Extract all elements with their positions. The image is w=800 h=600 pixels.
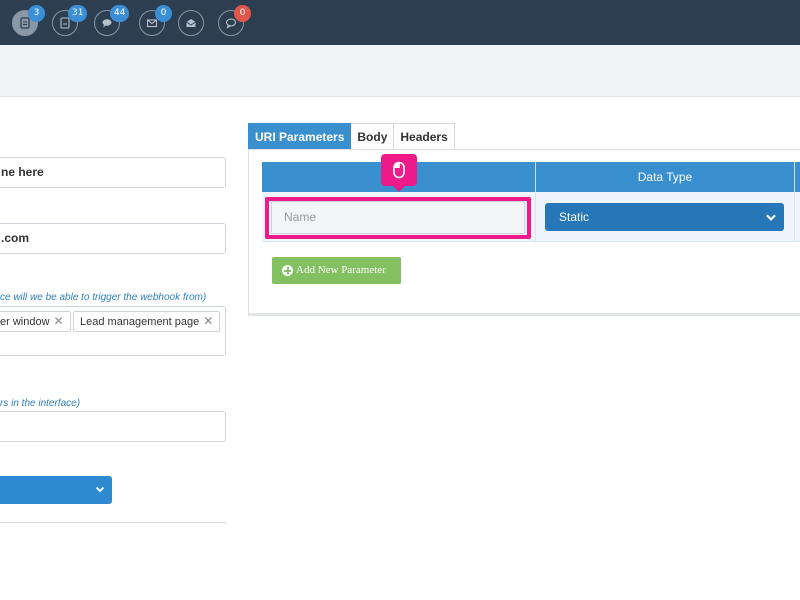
tag-chip: er window ✕ xyxy=(0,311,71,332)
chat-icon[interactable]: 44 xyxy=(94,5,130,36)
tag-label: er window xyxy=(0,316,50,328)
method-select[interactable] xyxy=(0,476,112,504)
top-navigation-bar: 3 31 44 0 0 xyxy=(0,0,800,45)
column-separator xyxy=(794,192,795,242)
notification-badge: 44 xyxy=(110,5,130,22)
divider xyxy=(0,522,226,523)
interface-hint: rs in the interface) xyxy=(0,398,81,409)
comment-icon[interactable]: 0 xyxy=(218,5,251,36)
trigger-location-hint: ce will we be able to trigger the webhoo… xyxy=(0,292,207,303)
plus-circle-icon xyxy=(282,265,293,276)
notification-badge: 0 xyxy=(155,5,172,22)
tab-headers[interactable]: Headers xyxy=(394,123,455,150)
chevron-down-icon xyxy=(766,214,776,221)
mail-icon[interactable]: 0 xyxy=(139,5,172,36)
chevron-down-icon xyxy=(95,486,105,493)
notification-badge: 31 xyxy=(68,5,88,22)
column-separator xyxy=(535,192,536,242)
secondary-header-bar xyxy=(0,45,800,97)
tag-label: Lead management page xyxy=(80,316,200,328)
remove-tag-icon[interactable]: ✕ xyxy=(54,314,64,328)
column-header-data-type: Data Type xyxy=(637,170,693,184)
click-target-highlight xyxy=(265,197,531,239)
column-separator xyxy=(794,162,795,192)
data-type-value: Static xyxy=(559,210,590,224)
table-header: Data Type xyxy=(262,162,800,192)
parameter-tabs: URI Parameters Body Headers xyxy=(248,123,455,150)
notification-badge: 0 xyxy=(234,5,251,22)
document-icon[interactable]: 3 xyxy=(12,5,45,36)
webhook-name-input[interactable]: ne here xyxy=(0,157,226,188)
trigger-location-tags-field[interactable]: er window ✕ Lead management page ✕ xyxy=(0,306,226,356)
tab-uri-parameters[interactable]: URI Parameters xyxy=(248,123,352,150)
add-new-parameter-button[interactable]: Add New Parameter xyxy=(272,257,401,284)
mouse-icon xyxy=(393,161,405,179)
add-button-label: Add New Parameter xyxy=(296,264,386,276)
tag-chip: Lead management page ✕ xyxy=(73,311,221,332)
remove-tag-icon[interactable]: ✕ xyxy=(203,314,213,328)
webhook-url-input[interactable]: .com xyxy=(0,223,226,254)
file-icon[interactable]: 31 xyxy=(52,5,88,36)
mouse-cursor-indicator xyxy=(381,154,417,192)
open-mail-icon[interactable] xyxy=(178,10,204,36)
tab-body[interactable]: Body xyxy=(351,123,395,150)
interface-label-input[interactable] xyxy=(0,411,226,442)
notification-badge: 3 xyxy=(28,5,45,22)
data-type-select[interactable]: Static xyxy=(545,203,784,231)
